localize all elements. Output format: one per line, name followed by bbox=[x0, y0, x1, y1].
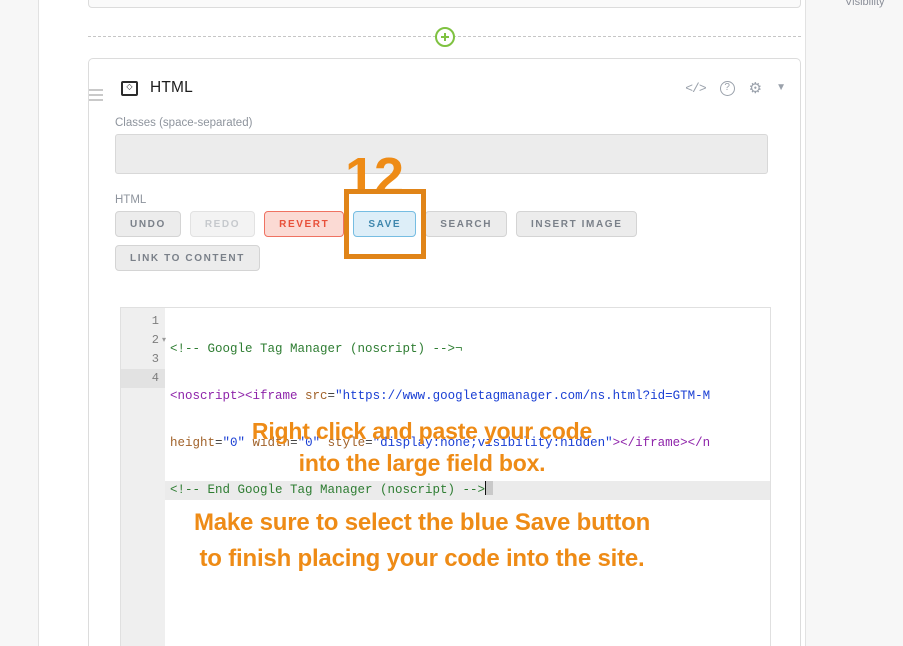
chevron-down-icon[interactable]: ▼ bbox=[776, 83, 786, 93]
undo-button[interactable]: UNDO bbox=[115, 211, 181, 237]
line-number: 1 bbox=[121, 312, 165, 331]
code-token-punct: = bbox=[365, 436, 373, 450]
screen-root: Visibility ◇ HTML </> ? ⚙ ▼ Classes (spa… bbox=[0, 0, 903, 646]
classes-input[interactable] bbox=[115, 134, 768, 174]
page-title: HTML bbox=[150, 79, 193, 97]
code-token-eol: ¬ bbox=[455, 342, 463, 356]
add-block-divider bbox=[88, 36, 801, 37]
editor-toolbar-row-1: UNDO REDO REVERT SAVE SEARCH INSERT IMAG… bbox=[115, 211, 774, 237]
code-line-4: <!-- End Google Tag Manager (noscript) -… bbox=[165, 481, 770, 500]
page-edge-left bbox=[38, 0, 39, 646]
code-token-punct: = bbox=[290, 436, 298, 450]
redo-button: REDO bbox=[190, 211, 255, 237]
block-header: ◇ HTML </> ? ⚙ ▼ bbox=[89, 59, 800, 117]
line-number: 2 ▾ bbox=[121, 331, 165, 350]
link-to-content-button[interactable]: LINK TO CONTENT bbox=[115, 245, 260, 271]
previous-block-panel[interactable] bbox=[88, 0, 801, 8]
code-token-str: "display:none;visibility:hidden" bbox=[373, 436, 613, 450]
code-editor[interactable]: 1 2 ▾ 3 4 <!-- Google Tag Manager (noscr… bbox=[120, 307, 771, 646]
line-number: 3 bbox=[121, 350, 165, 369]
code-token-str: "https://www.googletagmanager.com/ns.htm… bbox=[335, 389, 710, 403]
page-edge-right bbox=[805, 0, 806, 646]
line-number-text: 2 bbox=[152, 333, 159, 347]
html-editor-section: HTML UNDO REDO REVERT SAVE SEARCH INSERT… bbox=[89, 174, 800, 271]
html-block-panel: ◇ HTML </> ? ⚙ ▼ Classes (space-separate… bbox=[88, 58, 801, 646]
code-line-2: <noscript><iframe src="https://www.googl… bbox=[165, 387, 770, 406]
code-token-punct: = bbox=[328, 389, 336, 403]
code-view-icon[interactable]: </> bbox=[685, 82, 705, 95]
plus-icon[interactable] bbox=[435, 27, 455, 47]
code-line-3: height="0" width="0" style="display:none… bbox=[165, 434, 770, 453]
html-section-label: HTML bbox=[115, 194, 774, 206]
insert-image-button[interactable]: INSERT IMAGE bbox=[516, 211, 637, 237]
code-token-attr: height bbox=[170, 436, 215, 450]
settings-gear-icon[interactable]: ⚙ bbox=[749, 81, 762, 96]
cursor-selection-block bbox=[486, 481, 493, 495]
code-token-str: "0" bbox=[298, 436, 321, 450]
code-token-tag: <noscript><iframe bbox=[170, 389, 298, 403]
revert-button[interactable]: REVERT bbox=[264, 211, 344, 237]
editor-toolbar-row-2: LINK TO CONTENT bbox=[115, 245, 774, 271]
code-token-tag: ></iframe></n bbox=[613, 436, 711, 450]
code-token-comment: <!-- End Google Tag Manager (noscript) -… bbox=[170, 483, 485, 497]
classes-field-group: Classes (space-separated) bbox=[89, 117, 800, 174]
code-token-comment: <!-- Google Tag Manager (noscript) --> bbox=[170, 342, 455, 356]
code-content[interactable]: <!-- Google Tag Manager (noscript) -->¬ … bbox=[165, 308, 770, 646]
code-block-icon: ◇ bbox=[121, 81, 138, 96]
code-token-punct: = bbox=[215, 436, 223, 450]
search-button[interactable]: SEARCH bbox=[425, 211, 507, 237]
line-number: 4 bbox=[121, 369, 165, 388]
code-token-attr: width bbox=[245, 436, 290, 450]
code-line-1: <!-- Google Tag Manager (noscript) -->¬ bbox=[165, 340, 770, 359]
visibility-label: Visibility bbox=[845, 0, 885, 8]
block-header-actions: </> ? ⚙ ▼ bbox=[685, 81, 786, 96]
save-button[interactable]: SAVE bbox=[353, 211, 416, 237]
code-token-str: "0" bbox=[223, 436, 246, 450]
code-token-attr: style bbox=[320, 436, 365, 450]
code-token-attr: src bbox=[298, 389, 328, 403]
help-icon[interactable]: ? bbox=[720, 81, 735, 96]
line-number-gutter: 1 2 ▾ 3 4 bbox=[121, 308, 165, 646]
classes-field-label: Classes (space-separated) bbox=[115, 117, 774, 129]
save-button-highlight: SAVE bbox=[353, 211, 416, 237]
